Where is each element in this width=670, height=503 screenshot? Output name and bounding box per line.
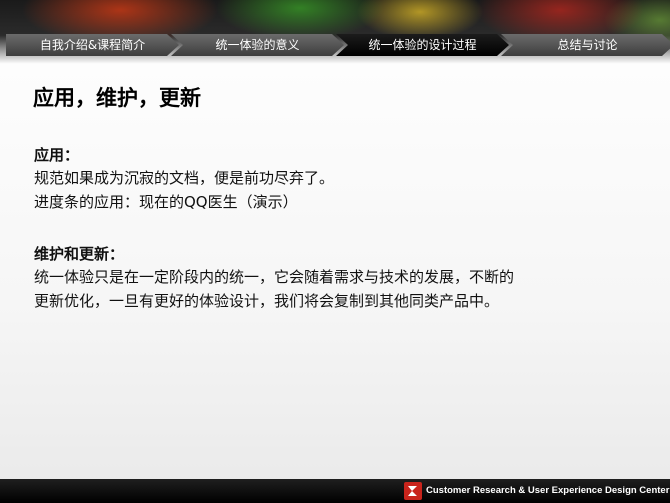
nav-tab-meaning[interactable]: 统一体验的意义 bbox=[171, 34, 344, 56]
section-heading: 维护和更新： bbox=[34, 245, 125, 263]
section-nav: 自我介绍&课程简介 统一体验的意义 统一体验的设计过程 总结与讨论 bbox=[6, 34, 666, 56]
section-apply: 应用： 规范如果成为沉寂的文档，便是前功尽弃了。 进度条的应用：现在的QQ医生（… bbox=[34, 144, 634, 214]
body-line: 更新优化，一旦有更好的体验设计，我们将会复制到其他同类产品中。 bbox=[34, 292, 500, 310]
nav-tab-summary[interactable]: 总结与讨论 bbox=[501, 34, 670, 56]
nav-tab-design-process[interactable]: 统一体验的设计过程 bbox=[336, 34, 509, 56]
section-maintain-update: 维护和更新： 统一体验只是在一定阶段内的统一，它会随着需求与技术的发展，不断的 … bbox=[34, 243, 634, 313]
body-line: 进度条的应用：现在的QQ医生（演示） bbox=[34, 193, 298, 211]
body-line: 规范如果成为沉寂的文档，便是前功尽弃了。 bbox=[34, 169, 335, 187]
nav-tab-intro[interactable]: 自我介绍&课程简介 bbox=[6, 34, 179, 56]
section-heading: 应用： bbox=[34, 146, 80, 164]
footer-text: Customer Research & User Experience Desi… bbox=[426, 485, 670, 496]
body-line: 统一体验只是在一定阶段内的统一，它会随着需求与技术的发展，不断的 bbox=[34, 268, 515, 286]
footer-bar: Customer Research & User Experience Desi… bbox=[0, 479, 670, 503]
slide-title: 应用，维护，更新 bbox=[33, 86, 201, 110]
cdc-logo-icon bbox=[404, 482, 422, 500]
